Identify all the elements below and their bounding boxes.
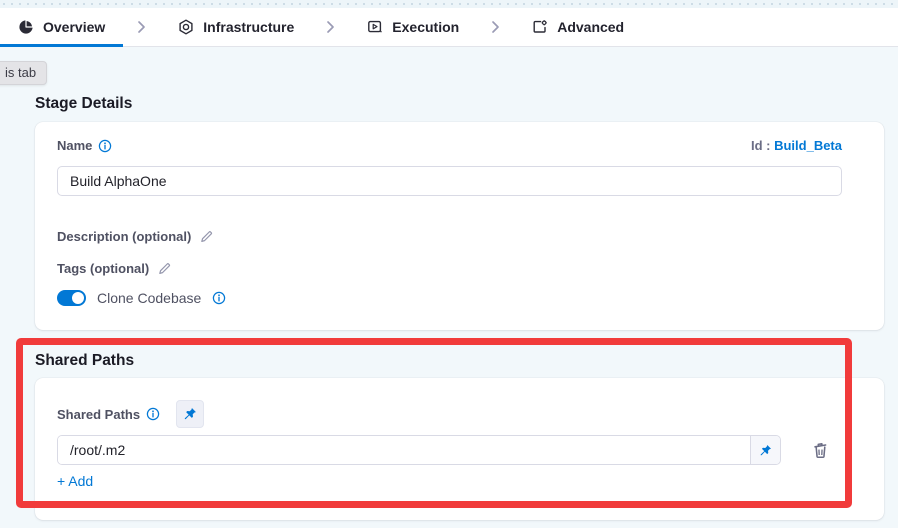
edit-pencil-icon[interactable] <box>199 229 214 244</box>
shared-path-field <box>57 435 781 465</box>
info-icon[interactable] <box>146 407 160 421</box>
execution-icon <box>367 19 383 35</box>
shared-path-input[interactable] <box>58 436 750 464</box>
tab-execution[interactable]: Execution <box>349 8 477 46</box>
chevron-right-icon <box>137 20 146 34</box>
tab-execution-label: Execution <box>392 19 459 35</box>
add-path-button[interactable]: + Add <box>57 473 93 489</box>
tab-advanced[interactable]: Advanced <box>514 8 642 46</box>
advanced-icon <box>532 19 548 35</box>
info-icon[interactable] <box>98 139 112 153</box>
clone-codebase-toggle[interactable] <box>57 290 86 306</box>
id-value-link[interactable]: Build_Beta <box>774 138 842 153</box>
overview-icon <box>18 19 34 35</box>
stage-name-input[interactable] <box>57 166 842 196</box>
tab-overview[interactable]: Overview <box>0 8 123 46</box>
name-label: Name <box>57 138 92 153</box>
shared-paths-card: Shared Paths <box>35 378 884 520</box>
toggle-knob <box>72 292 84 304</box>
stage-details-card: Name Id : Build_Beta Description (option… <box>35 122 884 330</box>
chevron-right-icon <box>326 20 335 34</box>
id-label: Id : <box>751 138 771 153</box>
tags-label: Tags (optional) <box>57 261 149 276</box>
delete-path-button[interactable] <box>809 439 831 461</box>
clone-codebase-label: Clone Codebase <box>97 290 201 306</box>
shared-paths-heading: Shared Paths <box>35 352 134 370</box>
edit-pencil-icon[interactable] <box>157 261 172 276</box>
tab-overview-label: Overview <box>43 19 105 35</box>
chevron-right-icon <box>491 20 500 34</box>
tab-infrastructure-label: Infrastructure <box>203 19 294 35</box>
stage-tab-bar: Overview Infrastructure Execution <box>0 8 898 47</box>
description-label: Description (optional) <box>57 229 191 244</box>
pin-input-type-button[interactable] <box>750 436 780 464</box>
shared-paths-label: Shared Paths <box>57 407 140 422</box>
pin-icon <box>183 407 197 421</box>
info-icon[interactable] <box>212 291 226 305</box>
tab-infrastructure[interactable]: Infrastructure <box>160 8 312 46</box>
tab-advanced-label: Advanced <box>557 19 624 35</box>
trash-icon <box>811 441 830 460</box>
pipeline-canvas-strip <box>0 0 898 8</box>
infrastructure-icon <box>178 19 194 35</box>
pin-fixed-value-button[interactable] <box>176 400 204 428</box>
pin-icon <box>759 444 772 457</box>
stage-details-heading: Stage Details <box>35 95 132 113</box>
tooltip-fragment: is tab <box>0 61 47 85</box>
